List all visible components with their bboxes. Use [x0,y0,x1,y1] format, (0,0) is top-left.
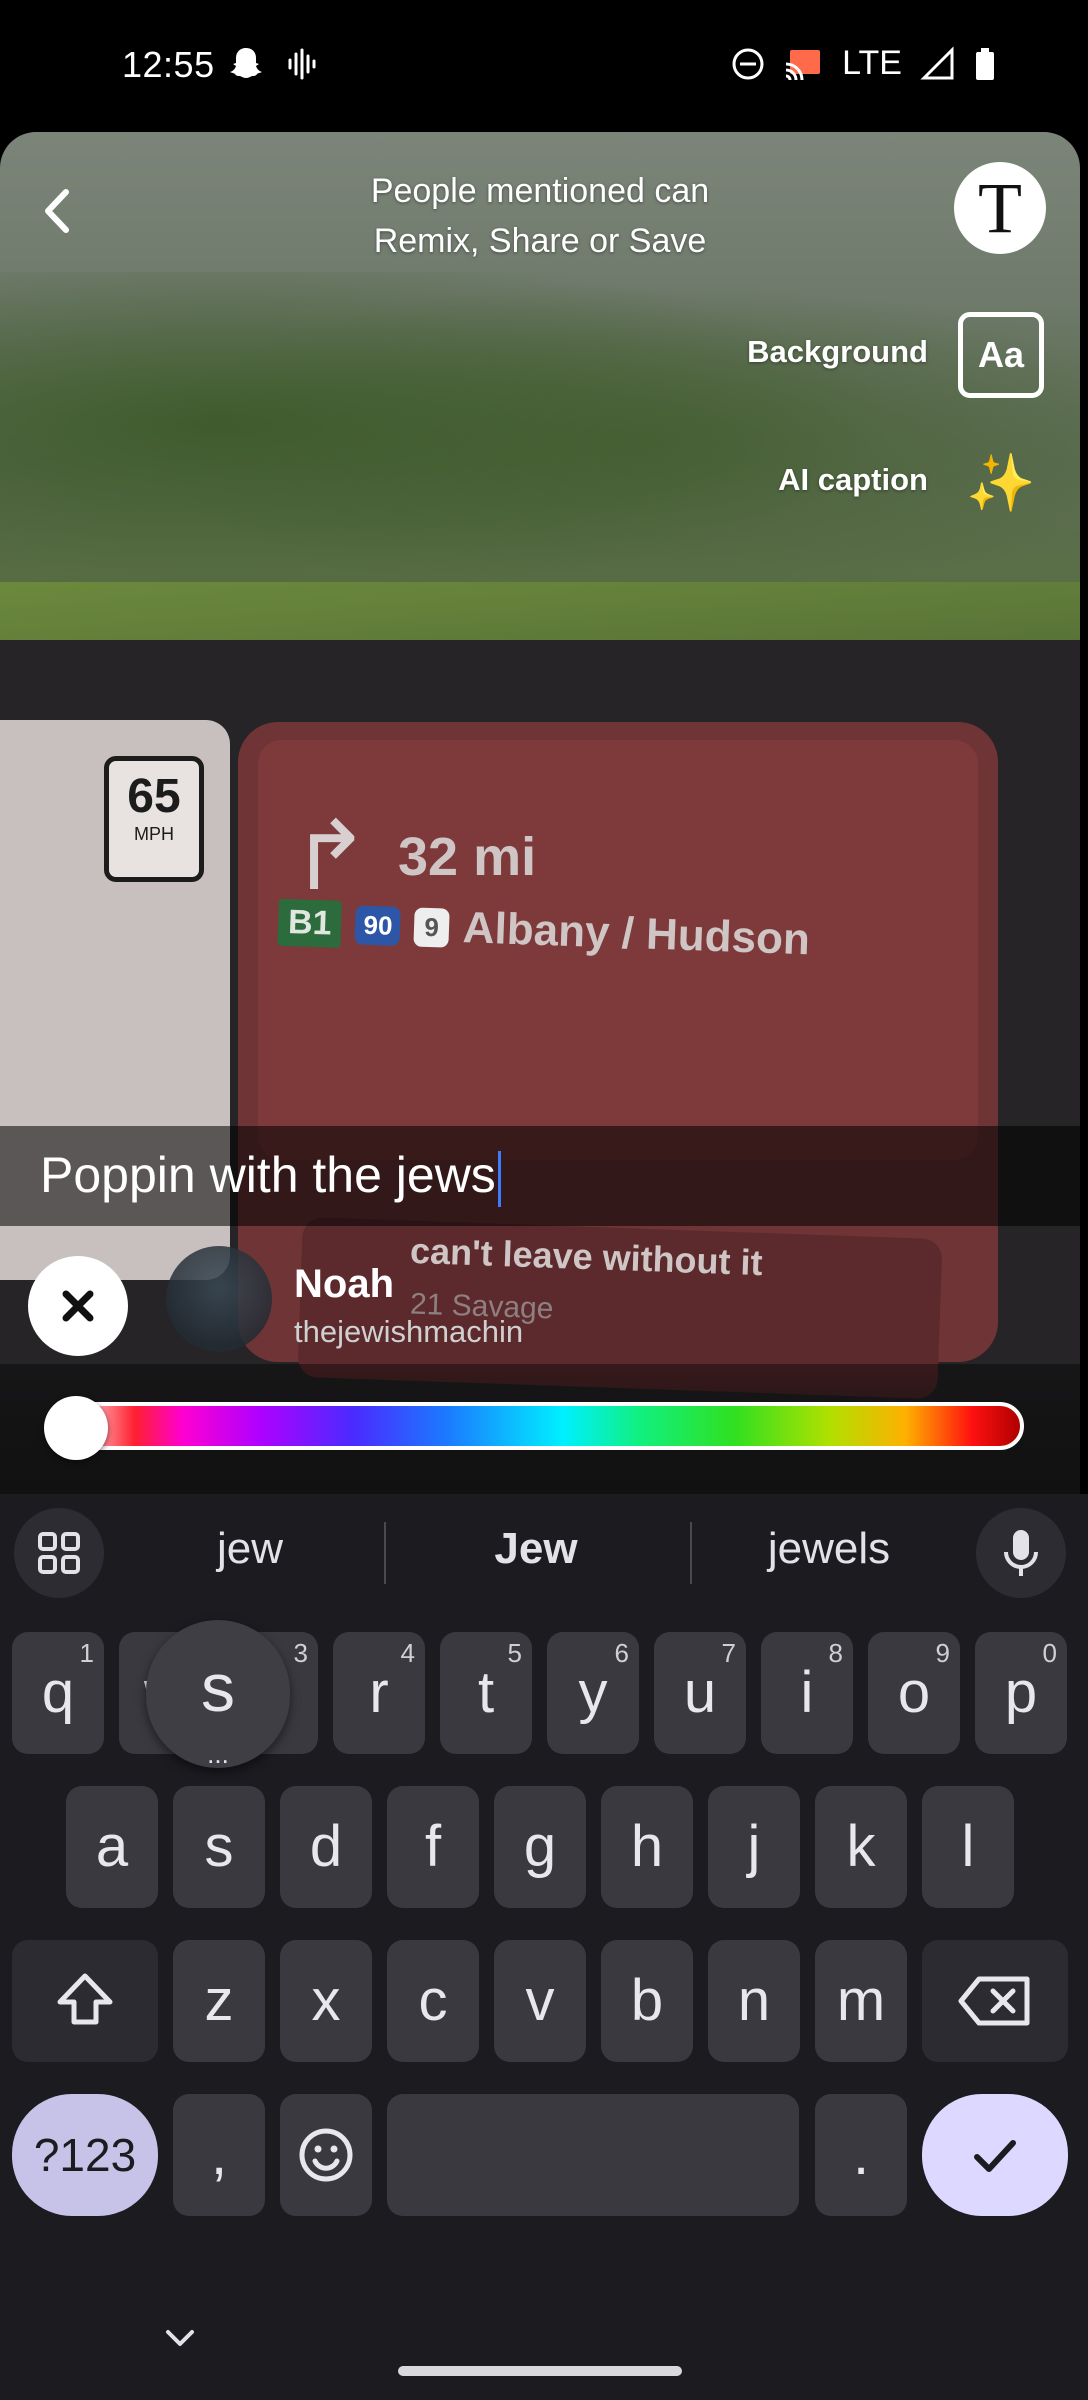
key-o[interactable]: o9 [868,1632,960,1754]
chevron-down-icon [166,2330,194,2346]
key-h[interactable]: h [601,1786,693,1908]
text-style-button[interactable]: T [954,162,1046,254]
keyboard-menu-button[interactable] [14,1508,104,1598]
signal-icon [920,45,954,79]
text-caret [497,1150,501,1207]
state-shield: 9 [413,906,450,948]
exit-shield: B1 [277,898,343,948]
sparkles-icon[interactable]: ✨ [966,448,1036,518]
key-j[interactable]: j [708,1786,800,1908]
suggestion-2[interactable]: Jew [426,1524,646,1574]
key-a[interactable]: a [66,1786,158,1908]
ai-caption-label[interactable]: AI caption [778,462,928,498]
symbols-key[interactable]: ?123 [12,2094,158,2216]
key-b[interactable]: b [601,1940,693,2062]
speed-limit-sign: 65 MPH [104,756,204,882]
snapchat-ghost-icon [230,48,262,78]
hide-keyboard-button[interactable] [160,2318,200,2358]
key-t[interactable]: t5 [440,1632,532,1754]
key-q[interactable]: q1 [12,1632,104,1754]
key-u[interactable]: u7 [654,1632,746,1754]
key-p[interactable]: p0 [975,1632,1067,1754]
checkmark-icon [974,2140,1016,2172]
color-slider-thumb[interactable] [44,1396,108,1460]
key-z[interactable]: z [173,1940,265,2062]
done-key[interactable] [922,2094,1068,2216]
key-n[interactable]: n [708,1940,800,2062]
key-i[interactable]: i8 [761,1632,853,1754]
key-k[interactable]: k [815,1786,907,1908]
status-bar: 12:55 LTE [0,0,1088,132]
backspace-icon [958,1976,1030,2026]
comma-key[interactable]: , [173,2094,265,2216]
suggestion-1[interactable]: jew [160,1524,340,1574]
turn-arrow-icon: ↱ [290,803,371,910]
chevron-left-icon [45,189,69,233]
background-button[interactable]: Aa [958,312,1044,398]
key-r[interactable]: r4 [333,1632,425,1754]
key-preview-popup: s ... [146,1620,290,1768]
key-m[interactable]: m [815,1940,907,2062]
caption-input[interactable]: Poppin with the jews [40,1146,501,1207]
grid-icon [38,1532,80,1574]
backspace-key[interactable] [922,1940,1068,2062]
mention-name[interactable]: Noah [294,1262,394,1307]
nav-distance: 32 mi [398,827,537,887]
voicemail-icon [288,48,316,80]
close-icon [62,1290,94,1322]
color-slider[interactable] [64,1402,1024,1450]
avatar[interactable] [166,1246,272,1352]
key-y[interactable]: y6 [547,1632,639,1754]
mention-handle[interactable]: thejewishmachin [294,1314,523,1350]
key-c[interactable]: c [387,1940,479,2062]
key-s[interactable]: s [173,1786,265,1908]
cast-icon [785,49,821,80]
status-time: 12:55 [122,44,215,85]
dismiss-mention-button[interactable] [28,1256,128,1356]
back-button[interactable] [38,186,88,236]
key-g[interactable]: g [494,1786,586,1908]
battery-icon [976,47,994,80]
emoji-key[interactable] [280,2094,372,2216]
key-f[interactable]: f [387,1786,479,1908]
microphone-icon [1004,1530,1038,1576]
key-v[interactable]: v [494,1940,586,2062]
period-key[interactable]: . [815,2094,907,2216]
suggestion-3[interactable]: jewels [724,1524,934,1574]
home-indicator[interactable] [398,2366,682,2376]
network-type: LTE [842,44,902,82]
background-label[interactable]: Background [747,334,928,370]
space-key[interactable] [387,2094,799,2216]
interstate-shield: 90 [354,904,402,946]
shift-key[interactable] [12,1940,158,2062]
microphone-button[interactable] [976,1508,1066,1598]
shift-icon [57,1973,113,2025]
do-not-disturb-icon [732,48,764,79]
key-l[interactable]: l [922,1786,1014,1908]
key-d[interactable]: d [280,1786,372,1908]
mention-note: People mentioned can Remix, Share or Sav… [370,172,710,260]
key-x[interactable]: x [280,1940,372,2062]
emoji-icon [299,2128,353,2182]
